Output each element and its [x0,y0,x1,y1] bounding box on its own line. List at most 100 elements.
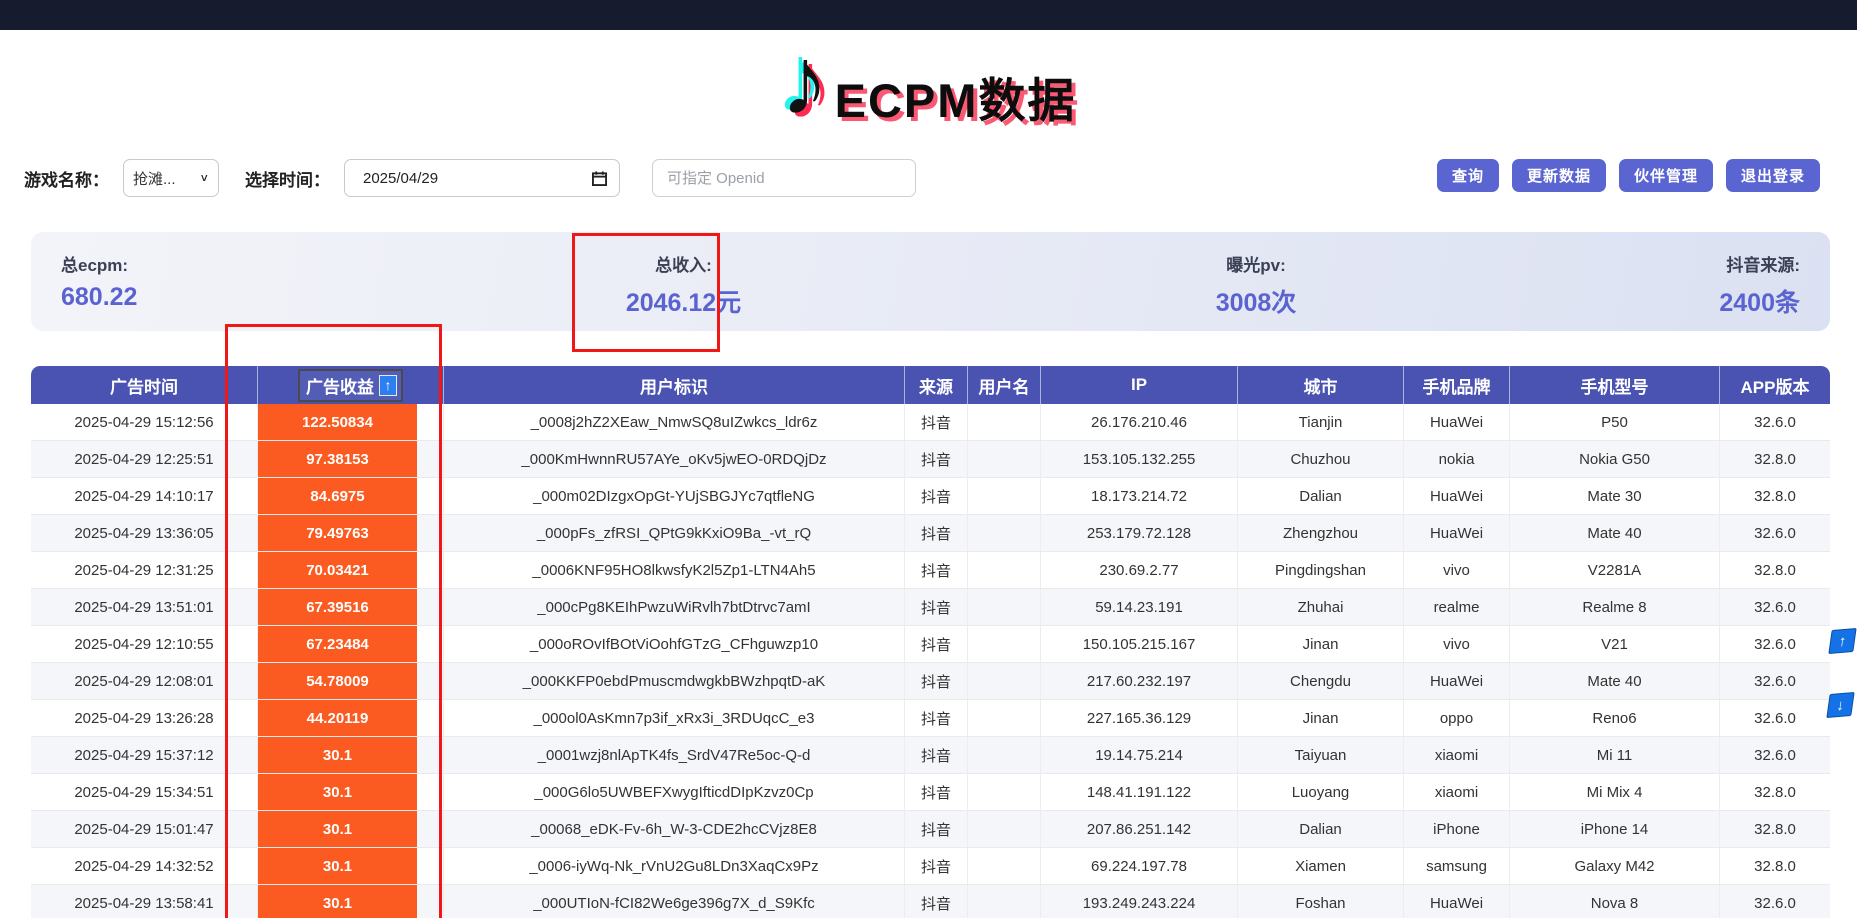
cell-phone-model: Nokia G50 [1510,441,1720,478]
cell-user-id: _0006KNF95HO8lkwsfyK2l5Zp1-LTN4Ah5 [444,552,905,589]
cell-ip: 193.249.243.224 [1041,885,1238,918]
cell-ad-time: 2025-04-29 14:32:52 [31,848,258,885]
stat-value: 2046.12元 [591,283,776,319]
cell-phone-brand: samsung [1404,848,1510,885]
cell-ad-revenue: 30.1 [258,811,444,848]
top-bar [0,0,1857,30]
cell-app-version: 32.8.0 [1720,441,1830,478]
table-body: 2025-04-29 15:12:56122.50834_0008j2hZ2XE… [31,404,1830,918]
cell-user-id: _000G6lo5UWBEFXwygIfticdDIpKzvz0Cp [444,774,905,811]
cell-city: Jinan [1238,626,1404,663]
partner-manage-button[interactable]: 伙伴管理 [1619,159,1713,192]
table-row: 2025-04-29 13:26:2844.20119_000ol0AsKmn7… [31,700,1830,737]
table-row: 2025-04-29 13:51:0167.39516_000cPg8KEIhP… [31,589,1830,626]
revenue-badge: 44.20119 [258,700,417,736]
col-ad-revenue-label: 广告收益 [306,373,374,398]
cell-user-id: _000oROvIfBOtViOohfGTzG_CFhguwzp10 [444,626,905,663]
revenue-badge: 79.49763 [258,515,417,551]
cell-phone-model: Mate 40 [1510,663,1720,700]
cell-ad-revenue: 30.1 [258,848,444,885]
cell-ad-revenue: 30.1 [258,737,444,774]
cell-username [968,478,1041,515]
cell-source: 抖音 [905,626,968,663]
table-header-row: 广告时间 广告收益 ↑ 用户标识 来源 用户名 IP 城市 手机品牌 手机型号 … [31,366,1830,404]
sort-asc-icon[interactable]: ↑ [379,375,397,396]
query-button[interactable]: 查询 [1437,159,1499,192]
cell-app-version: 32.8.0 [1720,774,1830,811]
cell-username [968,811,1041,848]
table-row: 2025-04-29 12:31:2570.03421_0006KNF95HO8… [31,552,1830,589]
revenue-badge: 67.23484 [258,626,417,662]
cell-username [968,626,1041,663]
col-source: 来源 [905,366,968,404]
cell-username [968,737,1041,774]
game-select[interactable]: 抢滩... ∨ [123,159,219,197]
cell-phone-brand: HuaWei [1404,515,1510,552]
cell-phone-brand: xiaomi [1404,774,1510,811]
col-ad-time: 广告时间 [31,366,258,404]
cell-source: 抖音 [905,478,968,515]
cell-city: Dalian [1238,811,1404,848]
cell-phone-model: Nova 8 [1510,885,1720,918]
cell-app-version: 32.8.0 [1720,811,1830,848]
table-row: 2025-04-29 13:36:0579.49763_000pFs_zfRSI… [31,515,1830,552]
cell-ad-time: 2025-04-29 13:51:01 [31,589,258,626]
calendar-icon[interactable] [592,171,607,186]
cell-app-version: 32.6.0 [1720,700,1830,737]
date-value: 2025/04/29 [363,170,438,187]
cell-app-version: 32.6.0 [1720,737,1830,774]
cell-phone-model: iPhone 14 [1510,811,1720,848]
revenue-sort-control[interactable]: 广告收益 ↑ [298,369,403,402]
cell-app-version: 32.6.0 [1720,663,1830,700]
cell-city: Dalian [1238,478,1404,515]
scroll-down-button[interactable]: ↓ [1826,692,1854,718]
cell-ad-time: 2025-04-29 15:01:47 [31,811,258,848]
cell-ad-time: 2025-04-29 15:12:56 [31,404,258,441]
cell-ip: 253.179.72.128 [1041,515,1238,552]
revenue-badge: 30.1 [258,885,417,918]
cell-ip: 153.105.132.255 [1041,441,1238,478]
cell-source: 抖音 [905,404,968,441]
cell-source: 抖音 [905,848,968,885]
cell-username [968,441,1041,478]
update-data-button[interactable]: 更新数据 [1512,159,1606,192]
cell-phone-brand: xiaomi [1404,737,1510,774]
cell-app-version: 32.8.0 [1720,552,1830,589]
cell-app-version: 32.6.0 [1720,515,1830,552]
cell-user-id: _000KmHwnnRU57AYe_oKv5jwEO-0RDQjDz [444,441,905,478]
table-row: 2025-04-29 12:08:0154.78009_000KKFP0ebdP… [31,663,1830,700]
stat-value: 3008次 [1161,283,1351,319]
stat-label: 抖音来源: [1719,251,1800,276]
cell-app-version: 32.6.0 [1720,626,1830,663]
cell-username [968,515,1041,552]
scroll-up-button[interactable]: ↑ [1828,628,1856,654]
cell-user-id: _0006-iyWq-Nk_rVnU2Gu8LDn3XaqCx9Pz [444,848,905,885]
cell-ad-time: 2025-04-29 12:10:55 [31,626,258,663]
date-label: 选择时间： [245,166,330,191]
cell-ad-revenue: 44.20119 [258,700,444,737]
revenue-badge: 122.50834 [258,404,417,440]
cell-user-id: _000cPg8KEIhPwzuWiRvlh7btDtrvc7amI [444,589,905,626]
revenue-badge: 84.6975 [258,478,417,514]
cell-ad-revenue: 67.39516 [258,589,444,626]
cell-phone-brand: vivo [1404,626,1510,663]
stat-total-income: 总收入: 2046.12元 [591,251,776,319]
cell-phone-model: Mi Mix 4 [1510,774,1720,811]
cell-ad-time: 2025-04-29 12:08:01 [31,663,258,700]
game-select-value: 抢滩... [133,168,176,189]
game-name-label: 游戏名称： [24,166,109,191]
cell-user-id: _00068_eDK-Fv-6h_W-3-CDE2hcCVjz8E8 [444,811,905,848]
cell-ad-time: 2025-04-29 15:37:12 [31,737,258,774]
date-input[interactable]: 2025/04/29 [344,159,620,197]
cell-source: 抖音 [905,774,968,811]
cell-ip: 59.14.23.191 [1041,589,1238,626]
stat-total-ecpm: 总ecpm: 680.22 [61,251,137,312]
cell-ad-revenue: 84.6975 [258,478,444,515]
cell-ad-revenue: 70.03421 [258,552,444,589]
table-row: 2025-04-29 15:37:1230.1_0001wzj8nlApTK4f… [31,737,1830,774]
openid-input[interactable] [652,159,916,197]
col-phone-model: 手机型号 [1510,366,1720,404]
logout-button[interactable]: 退出登录 [1726,159,1820,192]
cell-source: 抖音 [905,663,968,700]
stat-label: 总收入: [591,251,776,276]
